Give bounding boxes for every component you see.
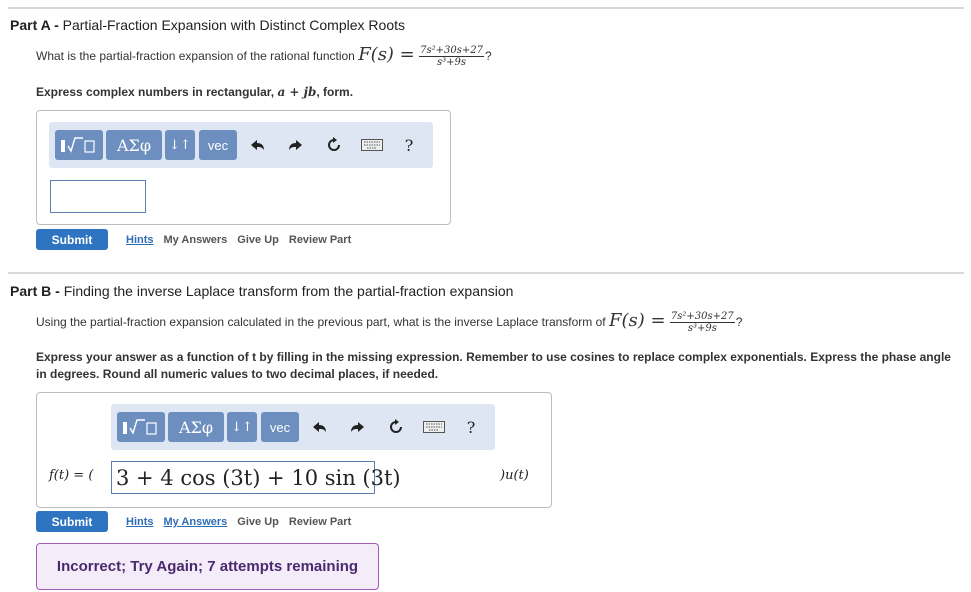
part-a-give-up-link[interactable]: Give Up xyxy=(237,234,279,246)
part-b-answer-box: ΑΣφ ↓↑ vec ? f(t) = ( 3 + 4 cos (3t) + 1… xyxy=(36,392,552,508)
redo-icon[interactable] xyxy=(282,130,308,160)
part-b-my-answers-link[interactable]: My Answers xyxy=(164,516,228,528)
keyboard-icon[interactable] xyxy=(359,130,385,160)
help-icon[interactable]: ? xyxy=(458,412,484,442)
part-b-question-mark: ? xyxy=(735,315,743,329)
part-b-instruction-text: Express your answer as a function of t b… xyxy=(36,350,951,381)
part-b-equation-right-text: )u(t) xyxy=(500,468,529,483)
part-b-equation-left-text: f(t) = ( xyxy=(49,468,94,483)
part-b-answer-value: 3 + 4 cos (3t) + 10 sin (3t) xyxy=(116,465,401,490)
part-b-numerator: 7s²+30s+27 xyxy=(669,311,735,324)
vec-icon[interactable]: vec xyxy=(199,130,237,160)
help-label: ? xyxy=(404,135,414,155)
arrows-label: ↓↑ xyxy=(231,419,253,435)
part-a-instruction-math: a + jb xyxy=(277,85,317,99)
reset-icon[interactable] xyxy=(383,412,409,442)
part-b-function-lhs: F(s) = xyxy=(608,310,666,331)
greek-label: ΑΣφ xyxy=(178,417,214,437)
redo-icon[interactable] xyxy=(344,412,370,442)
part-a-instruction: Express complex numbers in rectangular, … xyxy=(36,84,353,101)
part-divider xyxy=(8,272,964,274)
part-b-equation-toolbar: ΑΣφ ↓↑ vec ? xyxy=(111,404,495,450)
arrows-icon[interactable]: ↓↑ xyxy=(165,130,195,160)
template-icon[interactable] xyxy=(117,412,165,442)
vec-icon[interactable]: vec xyxy=(261,412,299,442)
part-a-instruction-prefix: Express complex numbers in rectangular, xyxy=(36,85,278,99)
part-b-denominator: s³+9s xyxy=(687,323,717,335)
part-a-equation-toolbar: ΑΣφ ↓↑ vec ? xyxy=(49,122,433,168)
part-a-instruction-suffix: , form. xyxy=(316,85,354,99)
part-a-answer-box: ΑΣφ ↓↑ vec ? xyxy=(36,110,451,225)
part-b-label: Part B - xyxy=(10,283,64,299)
part-b-equation-right: )u(t) xyxy=(500,468,529,483)
reset-icon[interactable] xyxy=(321,130,347,160)
undo-icon[interactable] xyxy=(307,412,333,442)
part-b-title: Part B - Finding the inverse Laplace tra… xyxy=(10,283,513,299)
part-b-fraction: 7s²+30s+27 s³+9s xyxy=(669,311,735,335)
part-b-title-text: Finding the inverse Laplace transform fr… xyxy=(63,283,514,299)
part-a-title-text: Partial-Fraction Expansion with Distinct… xyxy=(62,17,405,33)
vec-label: vec xyxy=(269,419,291,435)
part-a-label: Part A - xyxy=(10,17,63,33)
part-b-feedback-text: Incorrect; Try Again; 7 attempts remaini… xyxy=(56,558,359,575)
greek-icon[interactable]: ΑΣφ xyxy=(168,412,224,442)
part-a-my-answers-link[interactable]: My Answers xyxy=(164,234,228,246)
help-label: ? xyxy=(466,417,476,437)
part-a-numerator: 7s²+30s+27 xyxy=(419,45,484,58)
part-a-links: Hints My Answers Give Up Review Part xyxy=(126,234,361,246)
part-b-feedback-message: Incorrect; Try Again; 7 attempts remaini… xyxy=(36,543,379,590)
arrows-label: ↓↑ xyxy=(169,137,191,153)
part-a-fraction: 7s²+30s+27 s³+9s xyxy=(419,45,484,68)
part-b-links: Hints My Answers Give Up Review Part xyxy=(126,516,361,528)
part-a-question: What is the partial-fraction expansion o… xyxy=(36,44,492,68)
part-b-give-up-link[interactable]: Give Up xyxy=(237,516,279,528)
part-a-title: Part A - Partial-Fraction Expansion with… xyxy=(10,17,405,33)
part-a-question-mark: ? xyxy=(484,49,492,63)
part-a-function-lhs: F(s) = xyxy=(358,44,415,65)
part-b-equation-left: f(t) = ( xyxy=(49,468,93,483)
part-b-review-part-link[interactable]: Review Part xyxy=(289,516,351,528)
part-b-submit-label: Submit xyxy=(51,514,93,529)
template-icon[interactable] xyxy=(55,130,103,160)
part-a-denominator: s³+9s xyxy=(437,57,467,69)
greek-label: ΑΣφ xyxy=(116,135,152,155)
part-b-submit-button[interactable]: Submit xyxy=(36,511,108,532)
greek-icon[interactable]: ΑΣφ xyxy=(106,130,162,160)
part-a-submit-label: Submit xyxy=(51,232,93,247)
part-a-submit-button[interactable]: Submit xyxy=(36,229,108,250)
part-b-question: Using the partial-fraction expansion cal… xyxy=(36,310,742,334)
part-a-hints-link[interactable]: Hints xyxy=(126,234,154,246)
part-a-question-text: What is the partial-fraction expansion o… xyxy=(36,49,359,63)
part-b-question-text: Using the partial-fraction expansion cal… xyxy=(36,315,609,329)
help-icon[interactable]: ? xyxy=(396,130,422,160)
part-b-hints-link[interactable]: Hints xyxy=(126,516,154,528)
keyboard-icon[interactable] xyxy=(421,412,447,442)
arrows-icon[interactable]: ↓↑ xyxy=(227,412,257,442)
top-divider xyxy=(8,7,964,9)
undo-icon[interactable] xyxy=(245,130,271,160)
part-b-instruction: Express your answer as a function of t b… xyxy=(36,349,961,383)
vec-label: vec xyxy=(207,137,229,153)
part-a-review-part-link[interactable]: Review Part xyxy=(289,234,351,246)
part-b-answer-input[interactable]: 3 + 4 cos (3t) + 10 sin (3t) xyxy=(111,461,401,494)
part-a-answer-input[interactable] xyxy=(50,180,146,213)
